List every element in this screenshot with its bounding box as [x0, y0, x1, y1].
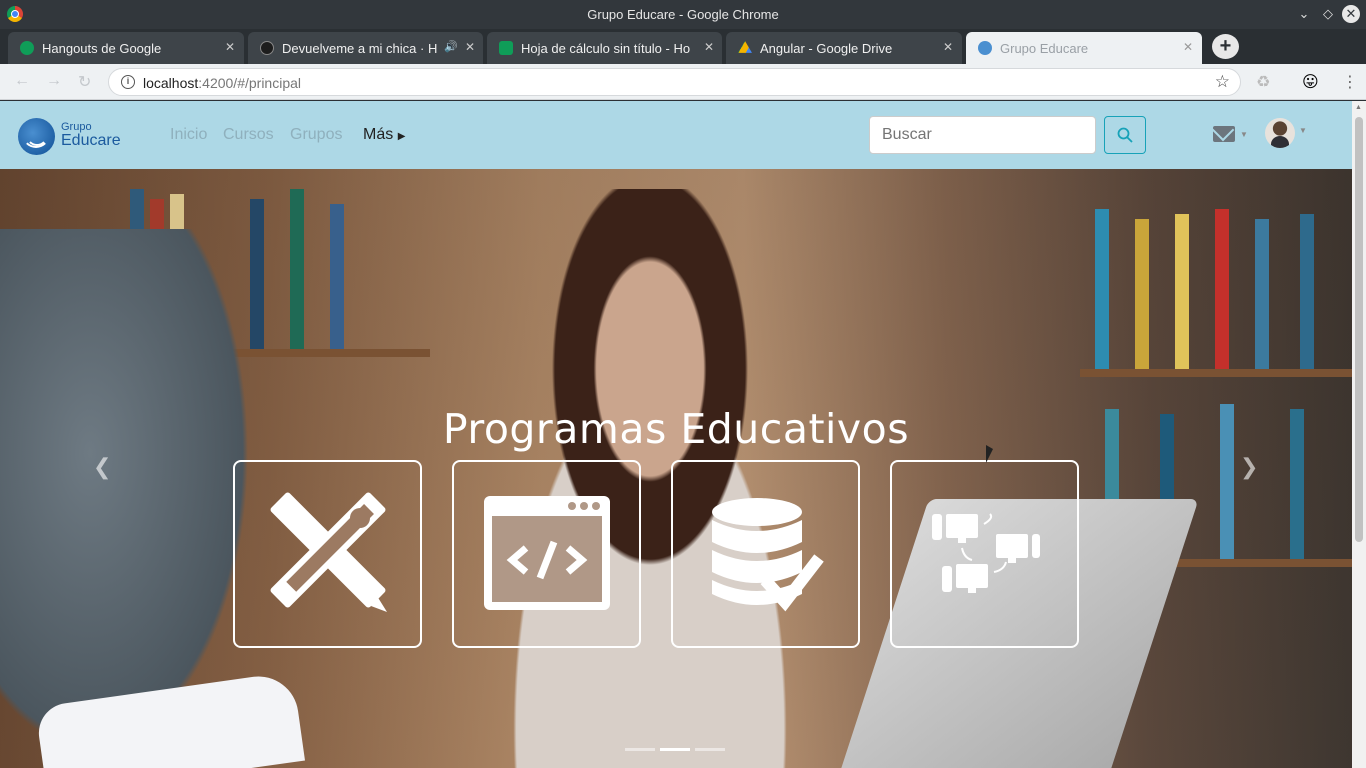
search-input[interactable] [869, 116, 1096, 154]
carousel-next-icon[interactable]: ❯ [1240, 454, 1258, 480]
nav-grupos[interactable]: Grupos [290, 126, 342, 144]
program-card-code[interactable] [452, 460, 641, 648]
book [1215, 209, 1229, 369]
carousel-indicator[interactable] [625, 748, 655, 751]
reload-icon[interactable]: ↻ [78, 72, 91, 92]
program-card-network[interactable] [890, 460, 1079, 648]
window-titlebar: Grupo Educare - Google Chrome ⌄ ◇ ✕ [0, 0, 1366, 29]
info-icon[interactable]: i [121, 75, 135, 89]
network-devices-icon [932, 513, 1040, 593]
scrollbar-thumb[interactable] [1355, 117, 1363, 542]
mail-dropdown-caret-icon[interactable]: ▼ [1240, 130, 1248, 139]
tab-label: Hangouts de Google [42, 41, 162, 56]
spotify-icon [260, 41, 274, 55]
book [1255, 219, 1269, 369]
tab-label: Grupo Educare [1000, 41, 1089, 56]
tab-educare[interactable]: Grupo Educare ✕ [966, 32, 1202, 64]
hero-carousel: Programas Educativos ❮ ❯ [0, 169, 1352, 768]
bookmark-star-icon[interactable]: ☆ [1215, 72, 1230, 92]
address-bar[interactable]: i localhost:4200/#/principal ☆ [108, 68, 1241, 96]
logo-text-big: Educare [61, 132, 121, 149]
code-window-icon [484, 496, 610, 610]
book [1135, 219, 1149, 369]
book [290, 189, 304, 349]
page-scrollbar[interactable]: ▲ [1352, 101, 1366, 768]
hangouts-icon [20, 41, 34, 55]
browser-toolbar: ← → ↻ i localhost:4200/#/principal ☆ ♻ 😛… [0, 64, 1366, 100]
url-text: localhost:4200/#/principal [143, 75, 301, 91]
nav-cursos[interactable]: Cursos [223, 126, 274, 144]
bookshelf [1080, 369, 1352, 377]
tab-spotify[interactable]: Devuelveme a mi chica · H 🔊 ✕ [248, 32, 483, 64]
caret-right-icon: ▶ [397, 131, 406, 142]
database-check-icon [712, 498, 824, 612]
forward-icon[interactable]: → [46, 72, 62, 90]
close-tab-icon[interactable]: ✕ [701, 39, 717, 55]
url-host: localhost [143, 75, 199, 91]
scroll-up-icon[interactable]: ▲ [1355, 104, 1362, 111]
page-viewport: Grupo Educare Inicio Cursos Grupos Más ▶… [0, 101, 1366, 768]
tab-strip: Hangouts de Google ✕ Devuelveme a mi chi… [0, 29, 1366, 64]
close-tab-icon[interactable]: ✕ [462, 39, 478, 55]
avatar[interactable] [1265, 118, 1295, 148]
tab-hangouts[interactable]: Hangouts de Google ✕ [8, 32, 244, 64]
hero-title: Programas Educativos [442, 405, 910, 453]
maximize-icon[interactable]: ◇ [1319, 5, 1337, 23]
tab-sheets[interactable]: Hoja de cálculo sin título - Ho ✕ [487, 32, 722, 64]
nav-inicio[interactable]: Inicio [170, 126, 207, 144]
educare-logo-icon [18, 118, 55, 155]
program-card-design[interactable] [233, 460, 422, 648]
close-tab-icon[interactable]: ✕ [1180, 39, 1196, 55]
search-button[interactable] [1104, 116, 1146, 154]
carousel-indicator-active[interactable] [660, 748, 690, 751]
tab-label: Angular - Google Drive [760, 41, 893, 56]
carousel-prev-icon[interactable]: ❮ [93, 454, 111, 480]
window-title: Grupo Educare - Google Chrome [587, 7, 779, 22]
close-window-icon[interactable]: ✕ [1342, 5, 1360, 23]
user-dropdown-caret-icon[interactable]: ▼ [1299, 126, 1307, 135]
book [1300, 214, 1314, 369]
book [1175, 214, 1189, 369]
mail-icon[interactable] [1213, 126, 1235, 142]
tab-label: Devuelveme a mi chica · H [282, 41, 438, 56]
speaker-icon[interactable]: 🔊 [444, 40, 458, 53]
carousel-indicators [625, 748, 745, 752]
mouse-cursor-icon [986, 445, 993, 463]
design-tools-icon [270, 492, 387, 612]
tab-label: Hoja de cálculo sin título - Ho [521, 41, 691, 56]
book [330, 204, 344, 349]
site-navbar: Grupo Educare Inicio Cursos Grupos Más ▶… [0, 101, 1352, 169]
drive-icon [738, 41, 752, 53]
program-card-database[interactable] [671, 460, 860, 648]
tab-drive[interactable]: Angular - Google Drive ✕ [726, 32, 962, 64]
carousel-indicator[interactable] [695, 748, 725, 751]
search-icon [1117, 127, 1133, 143]
sheets-icon [499, 41, 513, 55]
close-tab-icon[interactable]: ✕ [222, 39, 238, 55]
nav-mas-label: Más [363, 126, 394, 143]
emoji-extension-icon[interactable]: 😛 [1302, 72, 1319, 92]
new-tab-button[interactable]: + [1212, 34, 1239, 59]
back-icon[interactable]: ← [14, 72, 30, 90]
extension-icon[interactable]: ♻ [1256, 72, 1270, 92]
book [1095, 209, 1109, 369]
menu-icon[interactable]: ⋮ [1342, 72, 1358, 92]
close-tab-icon[interactable]: ✕ [940, 39, 956, 55]
url-path: :4200/#/principal [198, 75, 302, 91]
site-logo[interactable]: Grupo Educare [18, 116, 138, 156]
educare-favicon-icon [978, 41, 992, 55]
nav-mas[interactable]: Más ▶ [363, 126, 405, 144]
minimize-icon[interactable]: ⌄ [1295, 5, 1313, 23]
